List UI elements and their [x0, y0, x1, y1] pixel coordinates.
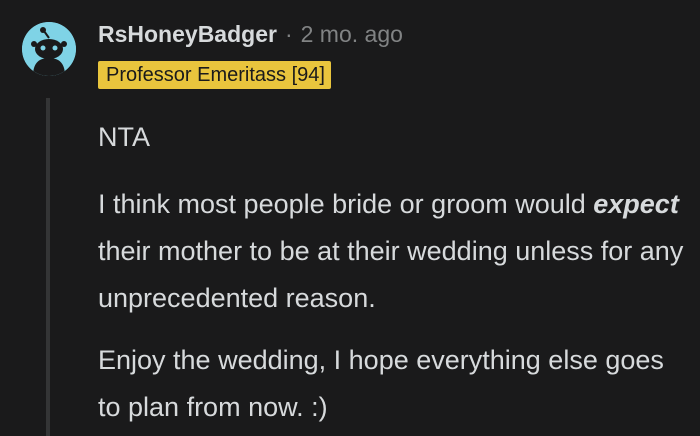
comment-paragraph: I think most people bride or groom would… [98, 181, 688, 322]
comment-paragraph: Enjoy the wedding, I hope everything els… [98, 345, 664, 422]
comment-body: NTA I think most people bride or groom w… [98, 114, 688, 431]
reddit-snoo-avatar-icon [22, 22, 76, 76]
paragraph-text: I think most people bride or groom would [98, 189, 594, 219]
user-flair-badge: Professor Emeritass [94] [98, 61, 331, 89]
paragraph-text: their mother to be at their wedding unle… [98, 236, 684, 313]
meta-separator: · [284, 21, 293, 47]
thread-collapse-line[interactable] [46, 98, 50, 436]
emphasized-text: expect [593, 189, 679, 219]
comment-timestamp[interactable]: 2 mo. ago [301, 18, 403, 50]
comment-header: RsHoneyBadger · 2 mo. ago [98, 18, 403, 50]
user-avatar[interactable] [22, 22, 76, 76]
comment-paragraph: NTA [98, 122, 150, 152]
username-link[interactable]: RsHoneyBadger [98, 18, 277, 50]
